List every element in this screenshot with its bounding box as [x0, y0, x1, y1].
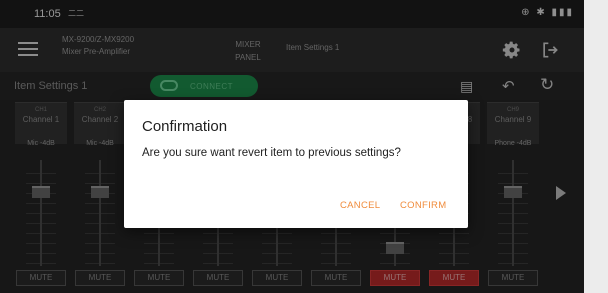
- mixer-app: 11:05 二二 ⊕ ✱ ▮▮▮ MX-9200/Z-MX9200 Mixer …: [0, 0, 584, 293]
- right-edge-panel: [584, 0, 608, 293]
- dialog-message: Are you sure want revert item to previou…: [142, 147, 401, 159]
- confirm-button[interactable]: CONFIRM: [400, 200, 446, 211]
- dialog-title: Confirmation: [142, 118, 228, 135]
- confirmation-dialog: Confirmation Are you sure want revert it…: [124, 100, 468, 228]
- cancel-button[interactable]: CANCEL: [340, 200, 380, 211]
